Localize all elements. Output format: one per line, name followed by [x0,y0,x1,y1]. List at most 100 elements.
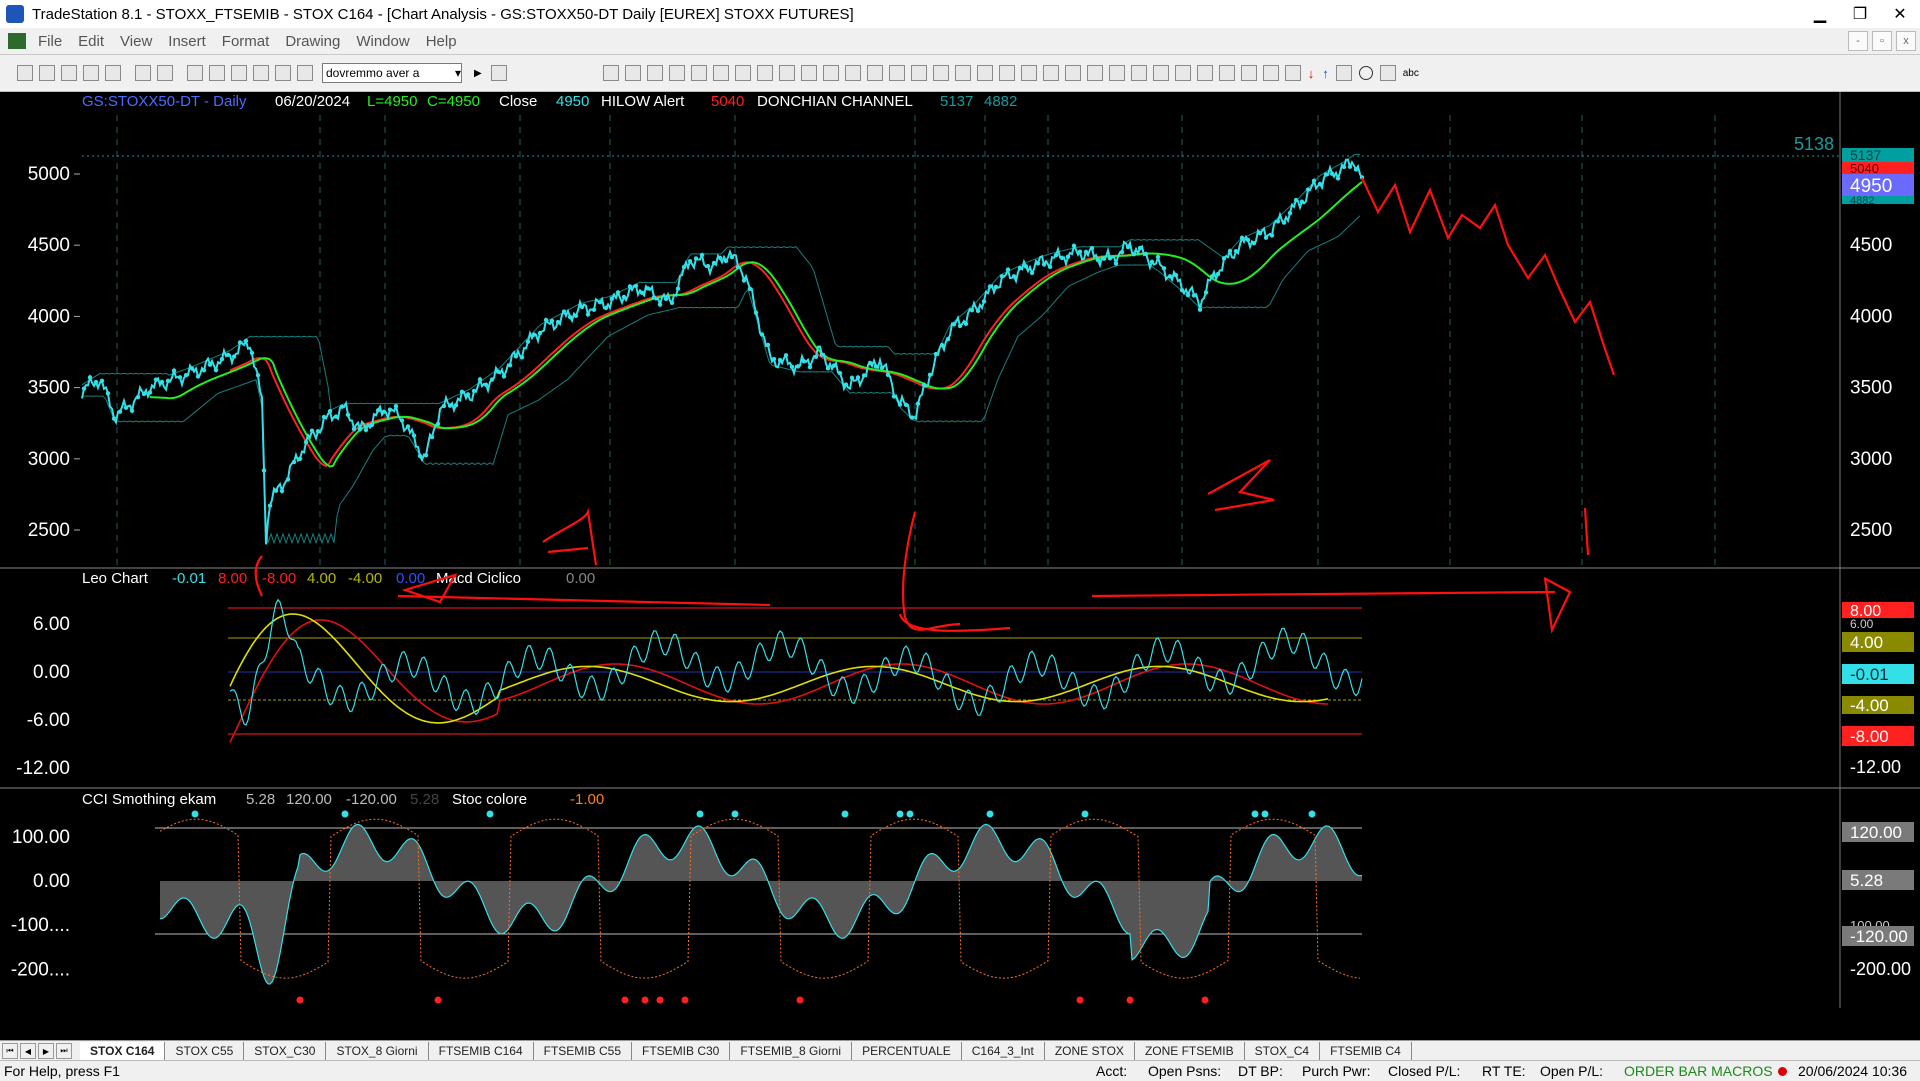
tab-ftsemib-c4[interactable]: FTSEMIB C4 [1320,1042,1412,1060]
gann-icon[interactable] [1108,65,1125,81]
trendline-icon[interactable] [1042,65,1059,81]
sheet-icon[interactable] [646,65,663,81]
rectangle-icon[interactable] [1335,65,1352,81]
menu-drawing[interactable]: Drawing [277,33,348,50]
scanner-icon[interactable] [712,65,729,81]
cci-badge-120: 120.00 [1850,823,1902,842]
tab-last-icon[interactable]: ⏭ [56,1043,72,1059]
tab-stox-c30[interactable]: STOX_C30 [244,1042,327,1060]
tab-prev-icon[interactable]: ◀ [20,1043,36,1059]
menu-format[interactable]: Format [214,33,278,50]
menu-window[interactable]: Window [348,33,417,50]
price-point [507,362,513,368]
hammer-icon[interactable] [976,65,993,81]
grid-icon[interactable] [602,65,619,81]
chart-area[interactable]: GS:STOXX50-DT - Daily 06/20/2024 L=4950 … [0,92,1920,1037]
tab-zone-stox[interactable]: ZONE STOX [1045,1042,1135,1060]
text-icon[interactable]: abc [1403,68,1419,79]
curve-icon[interactable] [1284,65,1301,81]
zoom-out-icon[interactable] [910,65,927,81]
insert-icon[interactable] [954,65,971,81]
options-icon[interactable] [756,65,773,81]
print-icon[interactable] [135,65,151,81]
chart-window-icon[interactable] [8,33,26,49]
open-icon[interactable] [39,65,55,81]
window-icon[interactable] [187,65,203,81]
order-bar-macros[interactable]: ORDER BAR MACROS [1624,1063,1773,1079]
stoc-low-dot [656,996,664,1004]
tab-ftsemib-8-giorni[interactable]: FTSEMIB_8 Giorni [730,1042,853,1060]
pointer-icon[interactable] [932,65,949,81]
channel-icon[interactable] [1086,65,1103,81]
tab-first-icon[interactable]: ⏮ [2,1043,18,1059]
chart-svg[interactable]: GS:STOXX50-DT - Daily 06/20/2024 L=4950 … [0,92,1920,1037]
chart-icon[interactable] [668,65,685,81]
price-point [657,302,663,307]
tab-zone-ftsemib[interactable]: ZONE FTSEMIB [1135,1042,1245,1060]
price-point [255,372,261,378]
copy-icon[interactable] [83,65,99,81]
andrews-icon[interactable] [1152,65,1169,81]
table-icon[interactable] [624,65,641,81]
price-right-tick-label: 4000 [1850,306,1892,327]
price-point [207,362,213,367]
matrix-icon[interactable] [734,65,751,81]
speed-icon[interactable] [1130,65,1147,81]
close-button[interactable]: ✕ [1880,0,1920,28]
bars-icon[interactable] [844,65,861,81]
menu-help[interactable]: Help [418,33,465,50]
tab-stox-c164[interactable]: STOX C164 [80,1042,166,1060]
strategy-icon[interactable] [998,65,1015,81]
regression-icon[interactable] [1174,65,1191,81]
mdi-close-button[interactable]: x [1896,31,1916,51]
tab-ftsemib-c30[interactable]: FTSEMIB C30 [632,1042,731,1060]
menu-file[interactable]: File [30,33,70,50]
square-icon[interactable] [1379,65,1396,81]
minimize-button[interactable]: ▁ [1800,0,1840,28]
mdi-restore-button[interactable]: ▫ [1872,31,1892,51]
zoom-in-icon[interactable] [888,65,905,81]
price-point [465,392,471,397]
indicator-icon[interactable] [1020,65,1037,81]
price-point [1233,248,1239,254]
price-point [315,429,321,434]
tab-stox-8-giorni[interactable]: STOX_8 Giorni [326,1042,429,1060]
arrow-right-icon[interactable]: ▶ [474,68,482,79]
lock-icon[interactable] [253,65,269,81]
news-icon[interactable] [778,65,795,81]
pencil-icon[interactable] [1262,65,1279,81]
maximize-button[interactable]: ❐ [1840,0,1880,28]
parallel-icon[interactable] [1218,65,1235,81]
tab-stox-c4[interactable]: STOX_C4 [1245,1042,1321,1060]
menu-insert[interactable]: Insert [160,33,214,50]
tools-icon[interactable] [275,65,291,81]
book-icon[interactable] [800,65,817,81]
globe-icon[interactable] [297,65,313,81]
menu-edit[interactable]: Edit [70,33,112,50]
tile-icon[interactable] [231,65,247,81]
tab-percentuale[interactable]: PERCENTUALE [852,1042,962,1060]
compare-icon[interactable] [866,65,883,81]
radar-icon[interactable] [690,65,707,81]
new-icon[interactable] [17,65,33,81]
folder-icon[interactable] [105,65,121,81]
layout-icon[interactable] [209,65,225,81]
horizontal-line-icon[interactable] [1196,65,1213,81]
tab-next-icon[interactable]: ▶ [38,1043,54,1059]
arrow-up-icon[interactable]: ↑ [1322,66,1329,81]
fib-icon[interactable] [1064,65,1081,81]
arrow-down-icon[interactable]: ↓ [1308,66,1315,81]
tab-c164-3-int[interactable]: C164_3_Int [962,1042,1045,1060]
ellipse-icon[interactable] [1358,66,1373,80]
tab-ftsemib-c55[interactable]: FTSEMIB C55 [534,1042,632,1060]
arc-icon[interactable] [1240,65,1257,81]
tab-stox-c55[interactable]: STOX C55 [165,1042,245,1060]
tab-ftsemib-c164[interactable]: FTSEMIB C164 [429,1042,534,1060]
find-icon[interactable] [490,65,507,81]
workspace-dropdown[interactable]: dovremmo aver a ▾ [322,63,462,83]
save-icon[interactable] [61,65,77,81]
hotlist-icon[interactable] [822,65,839,81]
mdi-minimize-button[interactable]: - [1848,31,1868,51]
print-preview-icon[interactable] [157,65,173,81]
menu-view[interactable]: View [112,33,160,50]
